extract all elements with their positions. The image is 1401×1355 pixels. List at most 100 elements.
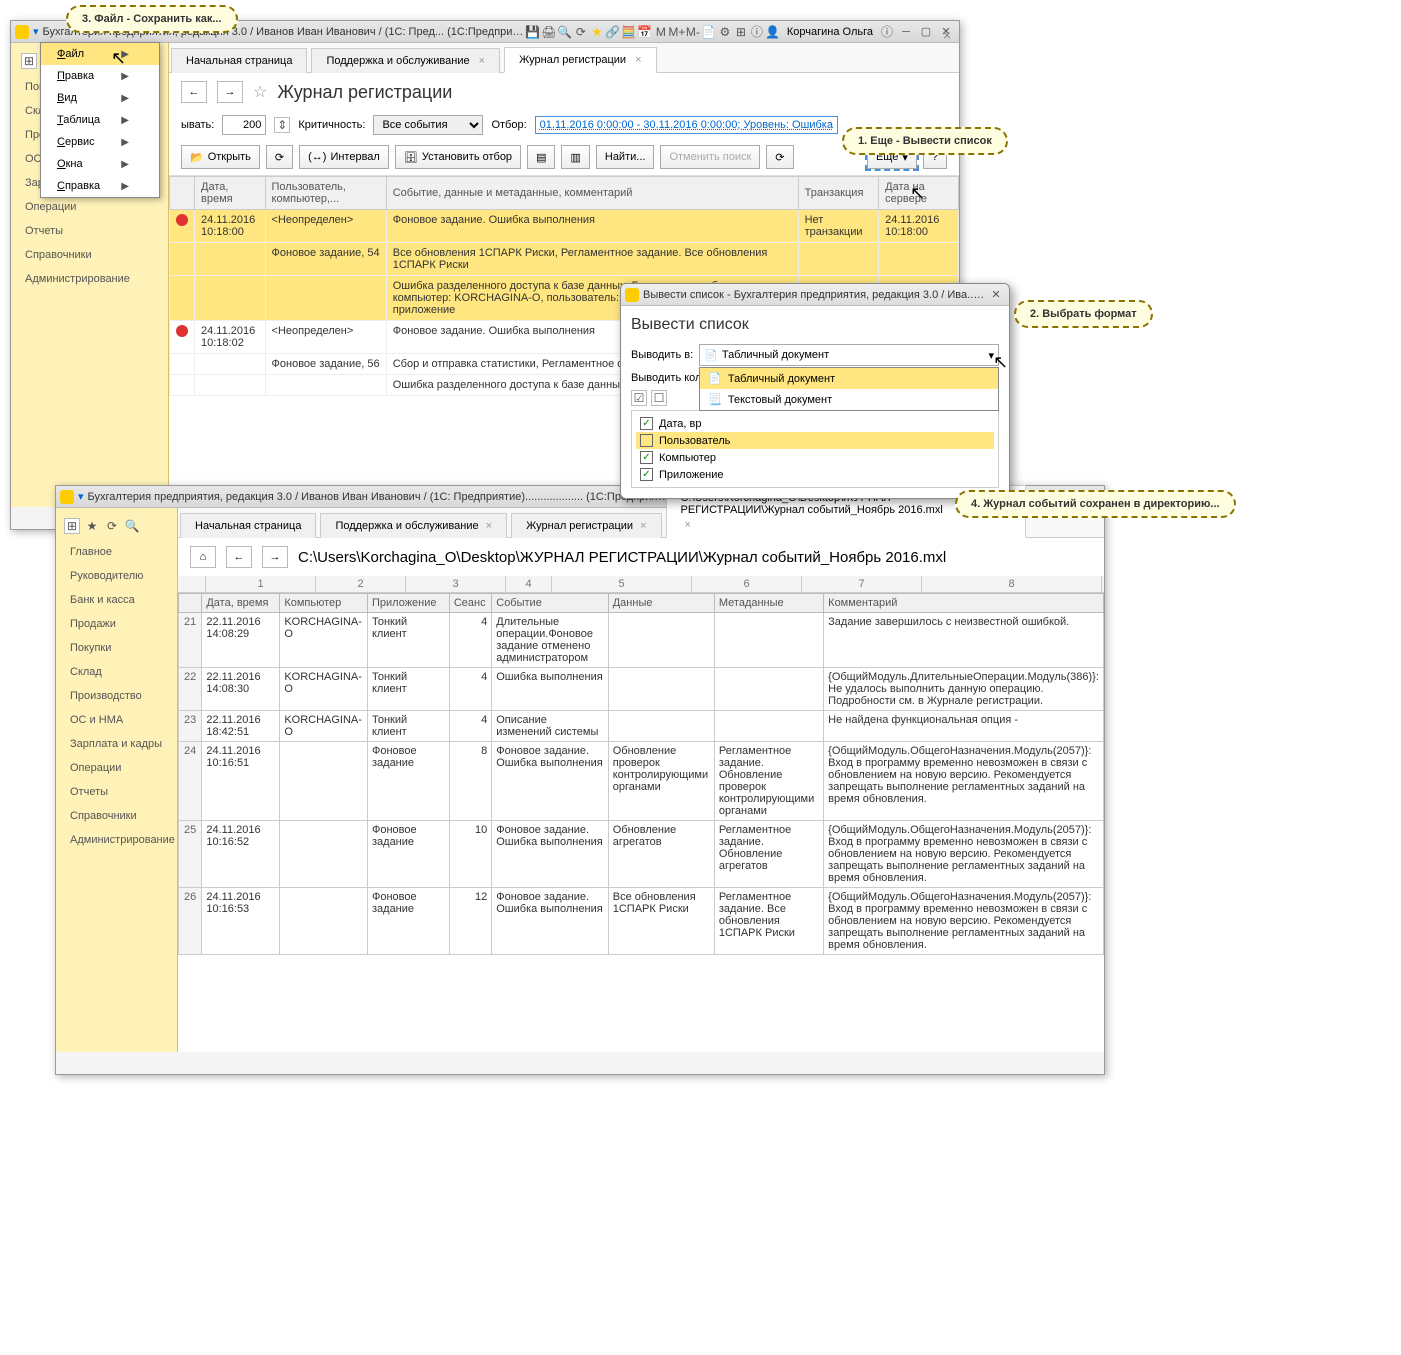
filter-clear-button[interactable]: ▥ xyxy=(561,145,589,169)
tab-active[interactable]: Журнал регистрации × xyxy=(504,47,656,73)
page-close-icon[interactable]: × xyxy=(943,27,951,43)
data-grid[interactable]: Дата, времяКомпьютерПриложениеСеансСобыт… xyxy=(178,593,1104,1052)
sidebar-item[interactable]: Справочники xyxy=(56,804,177,828)
user-icon[interactable]: 👤 xyxy=(765,24,781,40)
favorite-star-icon[interactable]: ☆ xyxy=(253,82,267,102)
sidebar-item[interactable]: Операции xyxy=(56,756,177,780)
filter-icon-button[interactable]: ▤ xyxy=(527,145,555,169)
data-row[interactable]: 2222.11.2016 14:08:30KORCHAGINA-OТонкий … xyxy=(179,668,1104,711)
menu-item[interactable]: Правка▶ xyxy=(41,65,159,87)
dropdown-arrow-icon[interactable]: ▾ xyxy=(78,490,84,503)
search-icon[interactable]: 🔍 xyxy=(124,518,140,534)
col-header[interactable]: Комментарий xyxy=(824,594,1104,613)
sidebar-item[interactable]: Покупки xyxy=(56,636,177,660)
col-header[interactable]: Данные xyxy=(608,594,714,613)
checkbox-icon[interactable]: ✓ xyxy=(640,468,653,481)
sidebar-item[interactable]: Руководителю xyxy=(56,564,177,588)
col-header[interactable]: Дата на сервере xyxy=(879,177,959,210)
minimize-button[interactable]: ─ xyxy=(897,24,915,40)
checkbox-icon[interactable]: ✓ xyxy=(640,417,653,430)
tab-close-icon[interactable]: × xyxy=(685,519,691,531)
uncheck-all-icon[interactable]: ☐ xyxy=(651,390,667,406)
toolbar-icon[interactable]: ⊞ xyxy=(733,24,749,40)
crit-select[interactable]: Все события xyxy=(373,115,483,135)
check-item[interactable]: ✓Приложение xyxy=(636,466,994,483)
menu-item[interactable]: Таблица▶ xyxy=(41,109,159,131)
nav-forward-button[interactable]: → xyxy=(262,546,288,568)
tab[interactable]: Поддержка и обслуживание × xyxy=(320,513,507,538)
toolbar-icon[interactable]: 🔗 xyxy=(605,24,621,40)
set-filter-button[interactable]: 🗄Установить отбор xyxy=(395,145,521,169)
output-format-combo[interactable]: 📄 Табличный документ ▾ 📄Табличный докуме… xyxy=(699,344,999,366)
data-row[interactable]: 2322.11.2016 18:42:51KORCHAGINA-OТонкий … xyxy=(179,711,1104,742)
col-header[interactable]: Приложение xyxy=(367,594,449,613)
toolbar-icon[interactable]: ⚙ xyxy=(717,24,733,40)
sidebar-item[interactable]: Отчеты xyxy=(11,219,168,243)
check-item[interactable]: ✓Дата, вр xyxy=(636,415,994,432)
toolbar-icon[interactable]: 🖨 xyxy=(541,24,557,40)
log-row[interactable]: Фоновое задание, 54 Все обновления 1СПАР… xyxy=(170,243,959,276)
tab[interactable]: Начальная страница xyxy=(180,513,316,538)
check-item[interactable]: ✓Компьютер xyxy=(636,449,994,466)
toolbar-mminus-icon[interactable]: M- xyxy=(685,24,701,40)
tab-close-icon[interactable]: × xyxy=(486,520,492,532)
data-row[interactable]: 2524.11.2016 10:16:52Фоновое задание10Фо… xyxy=(179,821,1104,888)
sidebar-item[interactable]: ОС и НМА xyxy=(56,708,177,732)
sidebar-item[interactable]: Продажи xyxy=(56,612,177,636)
sidebar-item[interactable]: Главное xyxy=(56,540,177,564)
menu-item[interactable]: Вид▶ xyxy=(41,87,159,109)
data-row[interactable]: 2122.11.2016 14:08:29KORCHAGINA-OТонкий … xyxy=(179,613,1104,668)
col-header[interactable]: Компьютер xyxy=(280,594,368,613)
checkbox-icon[interactable] xyxy=(640,434,653,447)
sidebar-item[interactable]: Администрирование xyxy=(11,267,168,291)
data-row[interactable]: 2624.11.2016 10:16:53Фоновое задание12Фо… xyxy=(179,888,1104,955)
show-count-input[interactable] xyxy=(222,115,266,135)
col-header[interactable] xyxy=(179,594,202,613)
stepper-icon[interactable]: ⇕ xyxy=(274,117,290,133)
info-icon[interactable]: ⓘ xyxy=(879,24,895,40)
menu-item[interactable]: Сервис▶ xyxy=(41,131,159,153)
col-header[interactable]: Событие xyxy=(492,594,608,613)
check-item[interactable]: Пользователь xyxy=(636,432,994,449)
tab-close-icon[interactable]: × xyxy=(635,54,641,66)
history-icon[interactable]: ⟳ xyxy=(104,518,120,534)
toolbar-icon[interactable]: 📄 xyxy=(701,24,717,40)
refresh-button[interactable]: ⟳ xyxy=(266,145,293,169)
sidebar-item[interactable]: Зарплата и кадры xyxy=(56,732,177,756)
menu-item[interactable]: Справка▶ xyxy=(41,175,159,197)
main-menu-dropdown[interactable]: Файл▶Правка▶Вид▶Таблица▶Сервис▶Окна▶Спра… xyxy=(40,42,160,198)
toolbar-mplus-icon[interactable]: M+ xyxy=(669,24,685,40)
cancel-find-button[interactable]: Отменить поиск xyxy=(660,145,760,169)
tab-close-icon[interactable]: × xyxy=(640,520,646,532)
sidebar-item[interactable]: Производство xyxy=(56,684,177,708)
col-header[interactable]: Сеанс xyxy=(449,594,491,613)
check-all-icon[interactable]: ☑ xyxy=(631,390,647,406)
sidebar-item[interactable]: Администрирование xyxy=(56,828,177,852)
col-header[interactable]: Транзакция xyxy=(798,177,879,210)
dialog-close-button[interactable]: ✕ xyxy=(987,287,1005,303)
col-header[interactable]: Событие, данные и метаданные, комментари… xyxy=(386,177,798,210)
menu-item[interactable]: Файл▶ xyxy=(41,43,159,65)
star-icon[interactable]: ★ xyxy=(589,24,605,40)
sidebar-item[interactable]: Операции xyxy=(11,195,168,219)
toolbar-icon[interactable]: 🧮 xyxy=(621,24,637,40)
col-header[interactable]: Дата, время xyxy=(195,177,266,210)
nav-back-button[interactable]: ← xyxy=(181,81,207,103)
interval-button[interactable]: (↔)Интервал xyxy=(299,145,389,169)
grid-icon[interactable]: ⊞ xyxy=(21,53,37,69)
col-header[interactable] xyxy=(170,177,195,210)
data-row[interactable]: 2424.11.2016 10:16:51Фоновое задание8Фон… xyxy=(179,742,1104,821)
toolbar-icon[interactable]: 📅 xyxy=(637,24,653,40)
sidebar-item[interactable]: Банк и касса xyxy=(56,588,177,612)
tab-close-icon[interactable]: × xyxy=(479,55,485,67)
tab[interactable]: Начальная страница xyxy=(171,48,307,73)
toolbar-icon[interactable]: 💾 xyxy=(525,24,541,40)
col-header[interactable]: Метаданные xyxy=(714,594,823,613)
nav-back-button[interactable]: ← xyxy=(226,546,252,568)
col-header[interactable]: Пользователь, компьютер,... xyxy=(265,177,386,210)
otbor-link[interactable]: 01.11.2016 0:00:00 - 30.11.2016 0:00:00;… xyxy=(535,116,838,134)
toolbar-icon[interactable]: ⟳ xyxy=(573,24,589,40)
nav-forward-button[interactable]: → xyxy=(217,81,243,103)
grid-icon[interactable]: ⊞ xyxy=(64,518,80,534)
col-header[interactable]: Дата, время xyxy=(202,594,280,613)
